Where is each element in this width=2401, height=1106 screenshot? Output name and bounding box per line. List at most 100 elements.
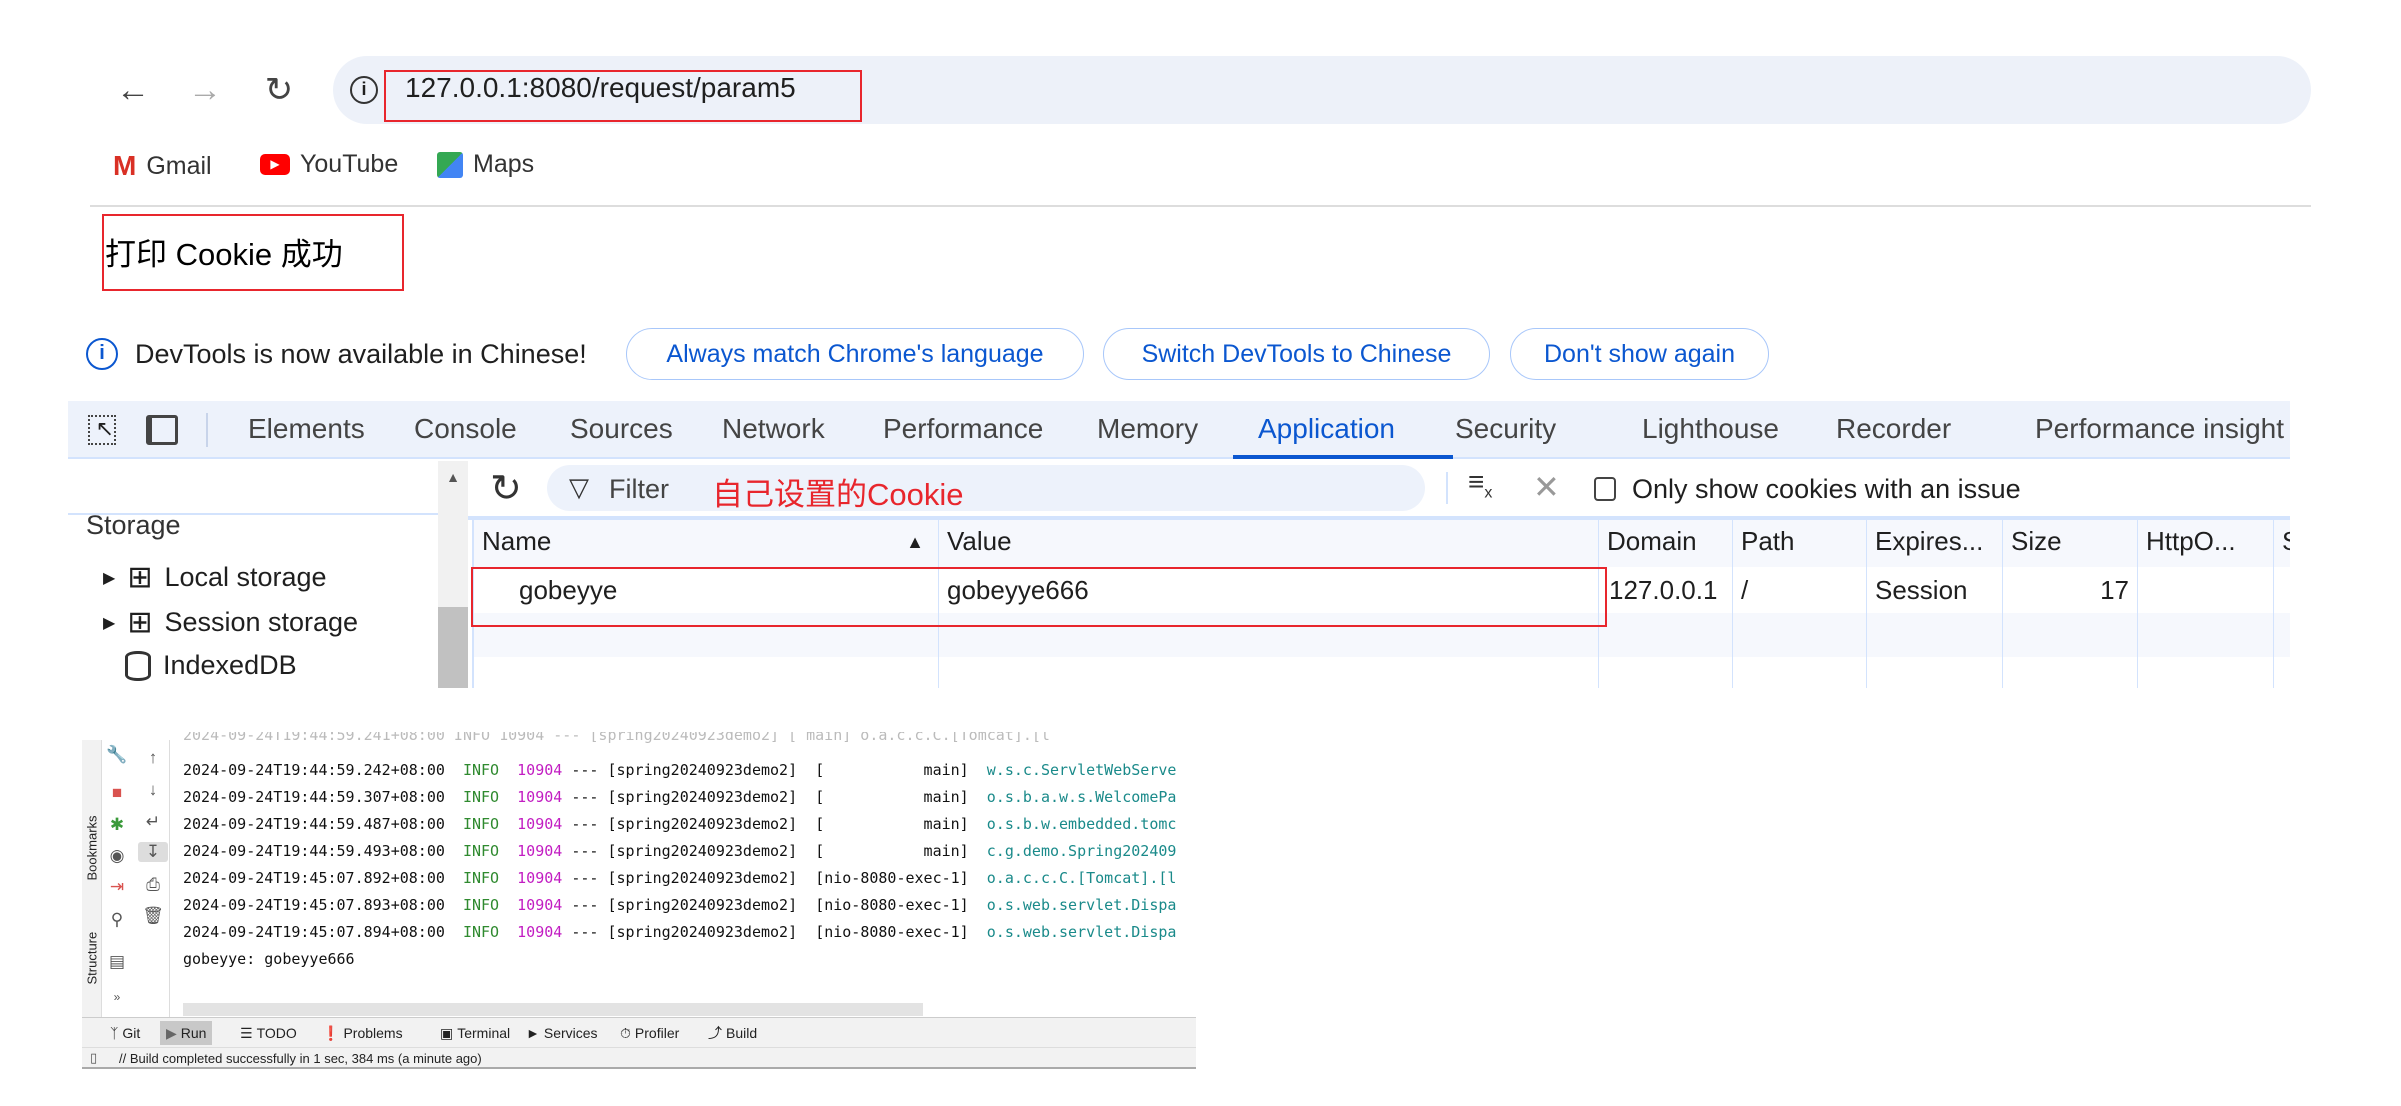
expand-triangle-icon[interactable]: ▶	[103, 568, 115, 588]
log-logger: o.s.web.servlet.Dispa	[986, 923, 1177, 941]
scrollbar-thumb[interactable]	[438, 607, 468, 688]
log-ts: 2024-09-24T19:44:59.487+08:00	[183, 815, 445, 833]
structure-panel-tab[interactable]: Structure	[85, 921, 100, 985]
tool-tab-run[interactable]: ▶ Run	[160, 1021, 213, 1045]
terminal-icon: ▣	[440, 1024, 454, 1041]
log-thread: [ main]	[815, 761, 969, 779]
switch-to-chinese-button[interactable]: Switch DevTools to Chinese	[1103, 328, 1490, 380]
log-logger: c.g.demo.Spring202409	[986, 842, 1177, 860]
delete-selected-icon[interactable]: ✕	[1533, 468, 1560, 506]
tab-network[interactable]: Network	[722, 413, 825, 445]
device-toolbar-icon[interactable]	[146, 415, 178, 445]
column-header-httponly[interactable]: HttpO...	[2138, 520, 2274, 567]
trash-icon[interactable]: 🗑	[138, 906, 168, 926]
pin-icon[interactable]: ⚲	[102, 910, 132, 930]
bookmarks-panel-tab[interactable]: Bookmarks	[85, 805, 100, 880]
run-icon: ▶	[166, 1024, 177, 1041]
clear-all-cookies-icon[interactable]: ≡x	[1468, 466, 1492, 503]
column-header-secure[interactable]: S	[2274, 520, 2290, 567]
refresh-cookies-button[interactable]: ↻	[490, 466, 522, 511]
tab-performance[interactable]: Performance	[883, 413, 1043, 445]
status-bar: ▯ // Build completed successfully in 1 s…	[82, 1047, 1196, 1069]
soft-wrap-icon[interactable]: ↵	[138, 812, 168, 832]
tool-tab-terminal[interactable]: ▣ Terminal	[440, 1021, 510, 1045]
infobar-text: DevTools is now available in Chinese!	[135, 339, 587, 369]
message-highlight-box	[102, 214, 404, 291]
tool-tab-services[interactable]: ► Services	[526, 1021, 598, 1045]
bookmark-gmail[interactable]: M Gmail	[113, 150, 212, 182]
sidebar-scrollbar[interactable]: ▲	[438, 461, 468, 688]
tab-memory[interactable]: Memory	[1097, 413, 1198, 445]
stop-icon[interactable]: ■	[102, 783, 132, 803]
filter-input[interactable]: ▽ Filter	[547, 465, 1425, 511]
tab-application[interactable]: Application	[1258, 413, 1395, 445]
camera-icon[interactable]: ◉	[102, 846, 132, 866]
log-ts: 2024-09-24T19:45:07.892+08:00	[183, 869, 445, 887]
status-text: // Build completed successfully in 1 sec…	[119, 1051, 482, 1066]
column-line	[2138, 613, 2274, 688]
sidebar-item-local-storage[interactable]: ▶ ⊞ Local storage	[103, 560, 327, 595]
tab-recorder[interactable]: Recorder	[1836, 413, 1951, 445]
bookmark-maps[interactable]: Maps	[437, 150, 534, 179]
log-thread: [nio-8080-exec-1]	[815, 923, 969, 941]
log-app: [spring20240923demo2]	[607, 842, 798, 860]
problems-icon: ❗	[322, 1024, 340, 1041]
column-line	[1599, 613, 1733, 688]
active-tab-indicator	[1233, 455, 1453, 459]
profiler-icon: ⏱	[620, 1024, 631, 1041]
url-highlight-box	[384, 70, 862, 122]
sidebar-item-session-storage[interactable]: ▶ ⊞ Session storage	[103, 605, 358, 640]
debug-icon[interactable]: ✱	[102, 815, 132, 835]
column-header-value[interactable]: Value	[939, 520, 1599, 567]
log-pid: 10904	[517, 896, 563, 914]
bookmark-youtube[interactable]: ▶ YouTube	[260, 150, 398, 179]
tab-sources[interactable]: Sources	[570, 413, 673, 445]
log-line: 2024-09-24T19:44:59.493+08:00 INFO 10904…	[183, 842, 1193, 860]
only-issues-checkbox[interactable]	[1594, 477, 1616, 501]
column-header-domain[interactable]: Domain	[1599, 520, 1733, 567]
cookie-path: /	[1733, 567, 1867, 613]
tool-tab-todo[interactable]: ☰ TODO	[240, 1021, 297, 1045]
forward-button[interactable]: →	[185, 70, 225, 110]
wrench-icon[interactable]: 🔧	[102, 745, 132, 765]
scroll-up-icon[interactable]: ↑	[138, 748, 168, 768]
back-button[interactable]: ←	[113, 70, 153, 110]
reload-button[interactable]: ↻	[259, 70, 299, 110]
exit-icon[interactable]: ⇥	[102, 877, 132, 897]
print-icon[interactable]: ⎙	[138, 875, 168, 895]
column-header-path[interactable]: Path	[1733, 520, 1867, 567]
log-sep: ---	[562, 815, 608, 833]
dont-show-again-button[interactable]: Don't show again	[1510, 328, 1769, 380]
more-icon[interactable]: »	[102, 990, 132, 1004]
tab-lighthouse[interactable]: Lighthouse	[1642, 413, 1779, 445]
scroll-up-arrow-icon[interactable]: ▲	[438, 469, 468, 485]
expand-triangle-icon[interactable]: ▶	[103, 613, 115, 633]
tab-elements[interactable]: Elements	[248, 413, 365, 445]
sidebar-item-indexeddb[interactable]: IndexedDB	[125, 650, 297, 681]
cookie-highlight-box	[471, 567, 1607, 627]
column-header-name[interactable]: Name ▲	[474, 520, 939, 567]
log-sep: ---	[562, 869, 608, 887]
scroll-to-end-icon[interactable]: ↧	[138, 842, 168, 862]
tool-tab-build[interactable]: ⤴ Build	[708, 1021, 757, 1045]
tool-tab-git[interactable]: ᛉ Git	[110, 1021, 140, 1045]
tool-tab-problems[interactable]: ❗ Problems	[322, 1021, 403, 1045]
log-ts: 2024-09-24T19:44:59.242+08:00	[183, 761, 445, 779]
panel-toggle-icon[interactable]: ▯	[90, 1050, 97, 1066]
column-header-size[interactable]: Size	[2003, 520, 2138, 567]
inspect-element-icon[interactable]: ↖	[88, 415, 116, 445]
tool-tab-profiler[interactable]: ⏱ Profiler	[620, 1021, 679, 1045]
layout-icon[interactable]: ▤	[102, 952, 132, 972]
scroll-down-icon[interactable]: ↓	[138, 780, 168, 800]
cookie-expires: Session	[1867, 567, 2003, 613]
console-horizontal-scrollbar[interactable]	[183, 1003, 923, 1016]
log-pid: 10904	[517, 761, 563, 779]
tab-performance-insights[interactable]: Performance insight	[2035, 413, 2290, 445]
always-match-language-button[interactable]: Always match Chrome's language	[626, 328, 1084, 380]
tab-security[interactable]: Security	[1455, 413, 1556, 445]
tab-console[interactable]: Console	[414, 413, 517, 445]
filter-placeholder: Filter	[609, 474, 669, 504]
log-app: [spring20240923demo2]	[607, 869, 798, 887]
column-header-expires[interactable]: Expires...	[1867, 520, 2003, 567]
info-icon[interactable]: i	[350, 76, 378, 104]
